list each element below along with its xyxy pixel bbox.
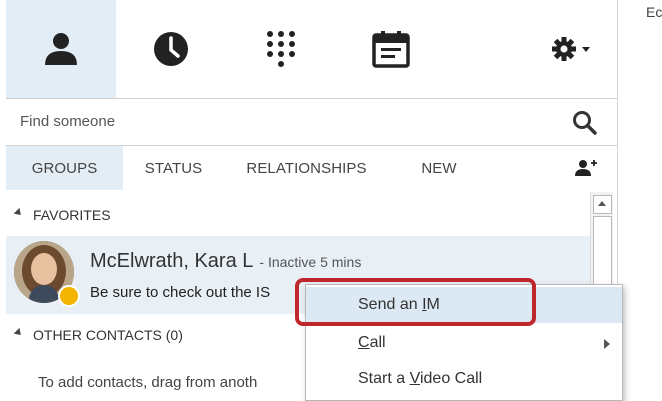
search-input[interactable] — [20, 107, 540, 135]
submenu-arrow-icon — [604, 339, 610, 349]
tab-meetings[interactable] — [336, 0, 446, 98]
group-favorites-label: FAVORITES — [33, 207, 111, 223]
top-nav — [6, 0, 617, 99]
contact-name-line: McElwrath, Kara L - Inactive 5 mins — [90, 250, 361, 273]
options-button[interactable] — [526, 0, 617, 98]
group-other-label: OTHER CONTACTS (0) — [33, 327, 183, 343]
tab-conversations[interactable] — [116, 0, 226, 98]
tab-groups[interactable]: GROUPS — [6, 146, 123, 190]
collapse-triangle-icon — [13, 207, 24, 218]
menu-item-video-call[interactable]: Start a Video Call — [306, 361, 622, 397]
tab-relationships[interactable]: RELATIONSHIPS — [224, 146, 389, 190]
right-pane: Ec — [617, 0, 662, 399]
tab-phone[interactable] — [226, 0, 336, 98]
annotation-highlight — [295, 278, 536, 326]
menu-item-label: Call — [358, 334, 386, 351]
group-favorites-header[interactable]: FAVORITES — [6, 195, 590, 235]
contact-name: McElwrath, Kara L — [90, 250, 254, 272]
chevron-down-icon — [581, 47, 590, 52]
calendar-icon — [372, 31, 410, 68]
collapse-triangle-icon — [13, 327, 24, 338]
right-pane-text: Ec — [646, 4, 662, 20]
contact-status: - Inactive 5 mins — [259, 254, 362, 270]
gear-icon — [551, 37, 590, 61]
dialpad-icon — [267, 31, 295, 67]
add-contact-icon — [575, 160, 597, 176]
search-icon[interactable] — [572, 110, 598, 136]
empty-group-hint: To add contacts, drag from anoth — [38, 374, 258, 391]
menu-item-call[interactable]: Call — [306, 325, 622, 361]
person-icon — [45, 33, 77, 65]
scroll-up-button[interactable] — [593, 195, 612, 214]
menu-item-label: Start a Video Call — [358, 370, 483, 387]
contact-note: Be sure to check out the IS — [90, 284, 271, 301]
add-contact-button[interactable] — [556, 146, 616, 190]
search-bar — [6, 99, 617, 146]
tab-new[interactable]: NEW — [389, 146, 489, 190]
tab-contacts[interactable] — [6, 0, 116, 98]
filter-tabs: GROUPS STATUS RELATIONSHIPS NEW — [6, 146, 617, 190]
tab-status[interactable]: STATUS — [123, 146, 224, 190]
clock-icon — [154, 32, 188, 66]
presence-away-icon — [58, 285, 80, 307]
